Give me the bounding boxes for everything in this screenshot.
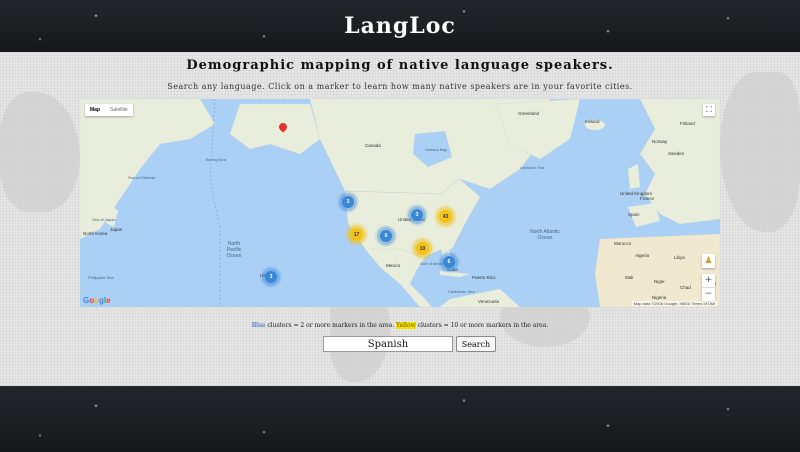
zoom-control[interactable]: + − [702, 274, 715, 301]
map-cluster-blue[interactable]: 3 [342, 196, 354, 208]
map-label-north-atlantic-ocean: North Atlantic Ocean [530, 229, 560, 241]
map-label-chad: Chad [680, 285, 691, 290]
legend-yellow-word: Yellow [396, 322, 416, 329]
google-logo: Google [83, 296, 111, 305]
map-cluster-blue[interactable]: 6 [443, 256, 455, 268]
map-label-bering-sea: Bering Sea [206, 157, 226, 162]
app-title: LangLoc [344, 13, 456, 39]
map-label-libya: Libya [674, 255, 685, 260]
map-label-north-pacific-ocean: North Pacific Ocean [226, 241, 242, 259]
map-label-sea-of-okhotsk: Sea of Okhotsk [128, 175, 156, 180]
search-form: Search [323, 336, 496, 352]
map-label-mexico: Mexico [386, 263, 401, 268]
map-label-niger: Niger [654, 279, 665, 284]
legend-yellow-text: clusters = 10 or more markers in the are… [415, 322, 549, 329]
map-label-labrador-sea: Labrador Sea [520, 165, 545, 170]
map-label-finland: Finland [680, 121, 695, 126]
map-cluster-yellow[interactable]: 17 [350, 228, 363, 241]
map-cluster-yellow[interactable]: 43 [439, 210, 452, 223]
map-label-sweden: Sweden [668, 151, 685, 156]
background-continent [0, 92, 80, 212]
map-cluster-blue[interactable]: 3 [411, 209, 423, 221]
legend-blue-text: clusters = 2 or more markers in the area… [265, 322, 397, 329]
map-cluster-blue[interactable]: 6 [380, 230, 392, 242]
language-search-input[interactable] [323, 336, 453, 352]
map-label-hudson-bay: Hudson Bay [425, 147, 447, 152]
map-label-norway: Norway [652, 139, 668, 144]
map-label-venezuela: Venezuela [478, 299, 500, 304]
fullscreen-icon[interactable]: ⛶ [703, 104, 715, 116]
map-view[interactable]: Map Satellite ⛶ Canada United States Mex… [80, 99, 720, 307]
street-view-pegman-icon[interactable]: ♟ [702, 254, 715, 268]
map-type-control[interactable]: Map Satellite [85, 104, 133, 116]
map-label-caribbean-sea: Caribbean Sea [448, 289, 475, 294]
map-label-puerto-rico: Puerto Rico [472, 275, 496, 280]
content-area: Demographic mapping of native language s… [0, 52, 800, 386]
map-label-gulf-of-mexico: Gulf of Mexico [420, 261, 446, 266]
map-label-canada: Canada [365, 143, 381, 148]
cluster-legend: Blue clusters = 2 or more markers in the… [0, 322, 800, 329]
map-attribution[interactable]: Map data ©2016 Google, INEGI Terms of Us… [631, 301, 717, 306]
map-land-layer [80, 99, 720, 307]
zoom-out-button[interactable]: − [702, 288, 715, 301]
map-label-north-korea: North Korea [83, 231, 108, 236]
footer-bar [0, 386, 800, 452]
map-label-sea-of-japan: Sea of Japan [92, 217, 116, 222]
map-label-iceland: Iceland [585, 119, 600, 124]
map-label-japan: Japan [110, 227, 123, 232]
page-instructions: Search any language. Click on a marker t… [167, 82, 633, 91]
map-label-greenland: Greenland [518, 111, 540, 116]
map-type-satellite-button[interactable]: Satellite [105, 104, 133, 116]
page-headline: Demographic mapping of native language s… [186, 58, 614, 73]
map-label-nigeria: Nigeria [652, 295, 667, 300]
map-label-philippine-sea: Philippine Sea [88, 275, 114, 280]
header-bar: LangLoc [0, 0, 800, 52]
map-label-mali: Mali [625, 275, 634, 280]
zoom-in-button[interactable]: + [702, 274, 715, 288]
map-cluster-yellow[interactable]: 10 [416, 242, 429, 255]
map-label-france: France [640, 196, 655, 201]
legend-blue-word: Blue [251, 322, 266, 329]
search-button[interactable]: Search [456, 336, 496, 352]
map-cluster-blue[interactable]: 3 [265, 271, 277, 283]
background-continent [720, 72, 800, 232]
map-label-algeria: Algeria [635, 253, 650, 258]
map-label-morocco: Morocco [614, 241, 632, 246]
map-label-spain: Spain [628, 212, 640, 217]
map-type-map-button[interactable]: Map [85, 104, 105, 116]
